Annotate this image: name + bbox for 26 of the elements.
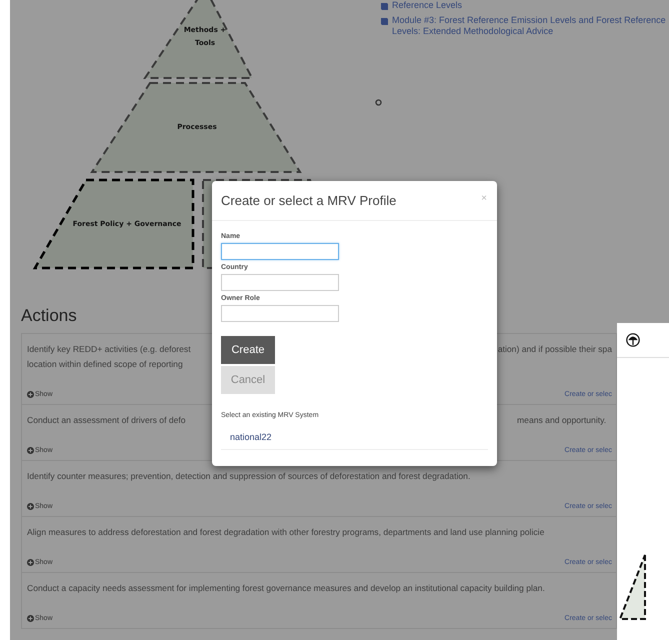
close-button[interactable]: ×	[481, 193, 487, 205]
circle-icon	[375, 99, 382, 106]
module-link[interactable]: Reference Levels	[392, 0, 462, 11]
action-text: location within defined scope of reporting	[27, 358, 183, 371]
plus-circle-icon	[27, 391, 34, 398]
plus-circle-icon	[27, 615, 34, 622]
plus-circle-icon	[27, 503, 34, 510]
action-text: Identify counter measures; prevention, detection and suppression of sources of deforestation and forest degradation.	[27, 470, 470, 483]
section-heading: Actions	[21, 306, 77, 326]
input-field[interactable]	[221, 305, 339, 322]
action-text: Align measures to address deforestation and forest degradation with other forestry programs, departments and land use planning policie	[27, 526, 544, 539]
plus-circle-icon	[27, 447, 34, 454]
plus-circle-icon	[27, 559, 34, 566]
dialog-title: Create or select a MRV Profile	[221, 193, 396, 208]
action-text: Conduct a capacity needs assessment for implementing forest governance measures and develop an institutional capacity building plan.	[27, 582, 545, 595]
action-text: ation) and if possible their spa	[498, 343, 612, 356]
input-field[interactable]	[221, 274, 339, 291]
pyramid-drawing	[617, 553, 647, 623]
system-link[interactable]: national22	[221, 432, 488, 450]
cancel-button[interactable]: Cancel	[221, 366, 275, 394]
module-link[interactable]: Module #3: Forest Reference Emission Levels and Forest Reference Levels: Extended Methodological Advice	[392, 15, 669, 37]
action-text: Identify key REDD+ activities (e.g. deforest	[27, 343, 192, 356]
action-text: means and opportunity.	[517, 414, 606, 427]
action-text: Conduct an assessment of drivers of defo	[27, 414, 187, 427]
create-button[interactable]: Create	[221, 336, 275, 364]
input-field[interactable]	[221, 243, 339, 260]
